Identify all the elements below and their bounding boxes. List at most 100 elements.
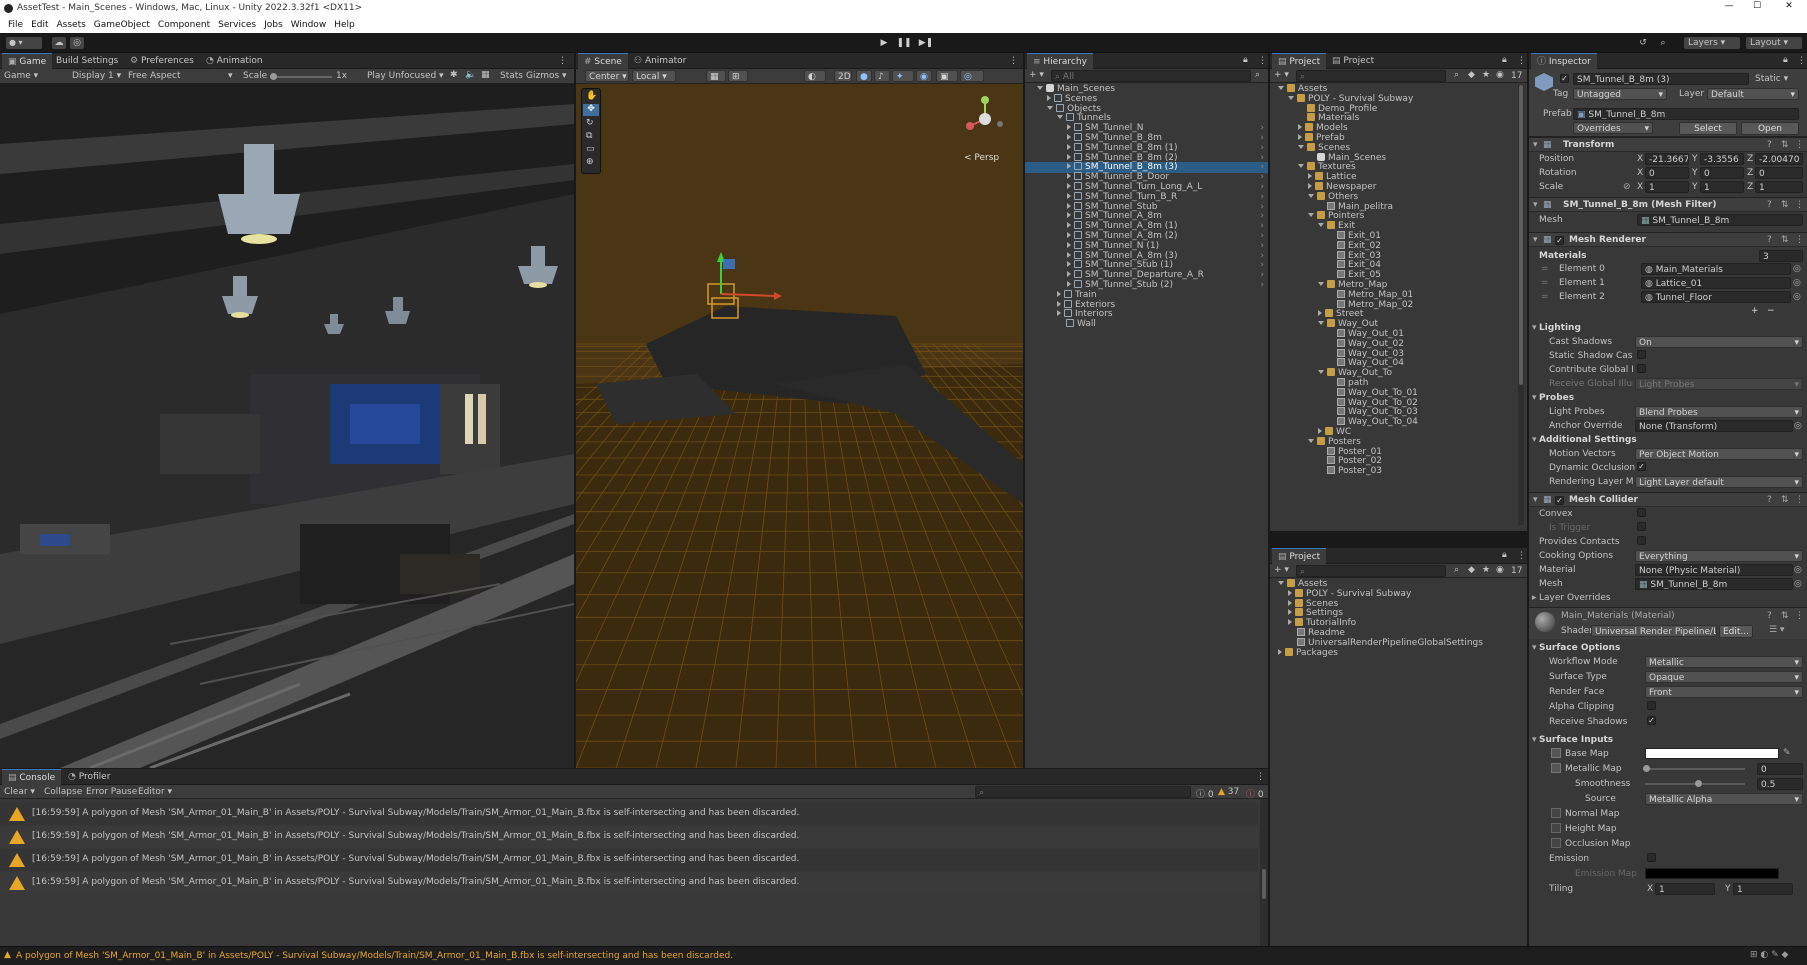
section-arrow-icon[interactable]: ▾ <box>1532 393 1537 403</box>
texture-slot-icon[interactable] <box>1551 823 1561 833</box>
object-picker-icon[interactable]: ◎ <box>1793 264 1801 274</box>
expanded-arrow-icon[interactable] <box>1318 370 1324 375</box>
mesh-filter-header[interactable]: ▾ ▦ SM_Tunnel_B_8m (Mesh Filter) ? ⇅ ⋮ <box>1529 197 1807 212</box>
collapsed-arrow-icon[interactable] <box>1067 251 1071 258</box>
component-menu-icon[interactable]: ⋮ <box>1795 235 1804 245</box>
smoothness-value[interactable]: 0.5 <box>1757 778 1803 790</box>
display-dropdown[interactable]: Display 1 ▾ <box>72 71 121 81</box>
collapsed-arrow-icon[interactable] <box>1067 183 1071 189</box>
metallic-slider-knob[interactable] <box>1643 765 1650 772</box>
tab-project-bottom[interactable]: ▤ Project <box>1272 548 1327 564</box>
motion-vectors-dropdown[interactable]: Per Object Motion ▾ <box>1635 448 1803 460</box>
mute-audio-icon[interactable]: ✱ <box>450 70 458 80</box>
tab-profiler[interactable]: ◔ Profiler <box>62 769 116 785</box>
drag-handle-icon[interactable]: = <box>1541 264 1549 274</box>
section-arrow-icon[interactable]: ▾ <box>1532 435 1537 445</box>
scale-tool-icon[interactable]: ⧉ <box>586 131 592 141</box>
move-tool-icon[interactable]: ✥ <box>583 104 599 116</box>
scl-z-field[interactable]: 1 <box>1755 181 1803 193</box>
contribute-gi-checkbox[interactable] <box>1637 364 1646 373</box>
menu-window[interactable]: Window <box>291 18 327 33</box>
undo-history-icon[interactable]: ↺ <box>1636 36 1650 50</box>
expanded-arrow-icon[interactable] <box>1308 213 1314 218</box>
smoothness-slider-knob[interactable] <box>1695 780 1702 787</box>
cloud-icon[interactable]: ☁ <box>52 37 66 49</box>
collapsed-arrow-icon[interactable] <box>1067 202 1071 209</box>
object-picker-icon[interactable]: ◎ <box>1794 565 1802 575</box>
object-name-field[interactable]: SM_Tunnel_B_8m (3) <box>1573 73 1749 85</box>
game-mode-dropdown[interactable]: Game ▾ <box>4 71 38 81</box>
material-element-field[interactable]: ◍ Tunnel_Floor <box>1641 291 1791 303</box>
collapsed-arrow-icon[interactable] <box>1318 428 1322 434</box>
static-toggle[interactable]: Static ▾ <box>1755 74 1788 84</box>
play-button[interactable]: ▶ <box>876 36 892 50</box>
space-dropdown[interactable]: Local ▾ <box>632 70 676 82</box>
project-bottom-search-input[interactable]: ⌕ <box>1296 565 1446 577</box>
receive-shadows-checkbox[interactable]: ✓ <box>1647 716 1656 725</box>
overrides-dropdown[interactable]: Overrides ▾ <box>1573 122 1653 134</box>
panel-menu-icon[interactable]: ⋮ <box>1517 56 1526 66</box>
help-icon[interactable]: ? <box>1767 140 1772 150</box>
emission-color-swatch[interactable] <box>1645 868 1779 879</box>
tree-item-wall[interactable]: Wall <box>1025 319 1268 330</box>
camera-settings-button[interactable]: ▣ <box>936 70 958 82</box>
tab-hierarchy[interactable]: ≡ Hierarchy <box>1027 53 1093 69</box>
component-menu-icon[interactable]: ⋮ <box>1795 611 1804 621</box>
section-arrow-icon[interactable]: ▾ <box>1532 735 1537 745</box>
texture-slot-icon[interactable] <box>1551 838 1561 848</box>
clear-button[interactable]: Clear ▾ <box>4 787 35 797</box>
help-icon[interactable]: ? <box>1767 495 1772 505</box>
collapsed-arrow-icon[interactable] <box>1057 290 1061 297</box>
create-button[interactable]: + ▾ <box>1274 565 1289 575</box>
expanded-arrow-icon[interactable] <box>1298 164 1304 169</box>
collapsed-arrow-icon[interactable] <box>1067 261 1071 268</box>
preset-icon[interactable]: ⇅ <box>1781 200 1789 210</box>
menu-component[interactable]: Component <box>158 18 210 33</box>
console-scrollbar[interactable] <box>1260 799 1268 946</box>
draw-mode-button[interactable]: ◐ <box>804 70 826 82</box>
edit-shader-button[interactable]: Edit... <box>1719 625 1753 638</box>
tiling-y-field[interactable]: 1 <box>1733 883 1793 895</box>
object-picker-icon[interactable]: ◎ <box>1794 579 1802 589</box>
console-log-entry[interactable]: [16:59:59] A polygon of Mesh 'SM_Armor_0… <box>0 872 1258 894</box>
collapse-arrow-icon[interactable]: ▾ <box>1533 140 1538 150</box>
expanded-arrow-icon[interactable] <box>1318 223 1324 228</box>
collapsed-arrow-icon[interactable] <box>1288 589 1292 596</box>
collapsed-arrow-icon[interactable] <box>1288 619 1292 626</box>
layers-dropdown[interactable]: Layers ▾ <box>1684 37 1740 49</box>
pos-x-field[interactable]: -21.3667 <box>1645 153 1689 165</box>
material-header[interactable]: Main_Materials (Material) ? ⇅ ⋮ Shader U… <box>1529 607 1807 639</box>
gizmos-toggle[interactable]: ◎ <box>960 70 984 82</box>
tab-inspector[interactable]: ⓘ Inspector <box>1531 53 1597 69</box>
eyedropper-icon[interactable]: ✎ <box>1783 748 1791 758</box>
lighting-toggle[interactable]: ● <box>856 70 872 82</box>
hand-tool-icon[interactable]: ✋ <box>586 91 597 101</box>
pause-button[interactable]: ❚❚ <box>896 36 912 50</box>
minimize-button[interactable]: — <box>1722 1 1736 11</box>
search-options-icon[interactable]: ⌕ <box>1255 70 1260 80</box>
preset-icon[interactable]: ⇅ <box>1781 495 1789 505</box>
static-shadow-caster-checkbox[interactable] <box>1637 350 1646 359</box>
hidden-objects-toggle[interactable]: ◉ <box>916 70 932 82</box>
pos-z-field[interactable]: -2.00470 <box>1755 153 1803 165</box>
convex-checkbox[interactable] <box>1637 508 1646 517</box>
source-dropdown[interactable]: Metallic Alpha ▾ <box>1645 793 1803 805</box>
collapsed-arrow-icon[interactable] <box>1288 609 1292 616</box>
gizmos-button[interactable]: Gizmos ▾ <box>526 71 567 81</box>
search-by-type-icon[interactable]: ⌕ <box>1454 565 1459 575</box>
menu-gameobject[interactable]: GameObject <box>94 18 150 33</box>
collapsed-arrow-icon[interactable] <box>1067 212 1071 219</box>
alpha-clipping-checkbox[interactable] <box>1647 701 1656 710</box>
vsync-icon[interactable]: ▦ <box>481 70 490 80</box>
scene-viewport[interactable]: ✋ ✥ ↻ ⧉ ▭ ⊕ < Persp <box>576 84 1023 768</box>
is-trigger-checkbox[interactable] <box>1637 522 1646 531</box>
dynamic-occlusion-checkbox[interactable]: ✓ <box>1637 462 1646 471</box>
menu-jobs[interactable]: Jobs <box>264 18 283 33</box>
expanded-arrow-icon[interactable] <box>1318 321 1324 326</box>
panel-menu-icon[interactable]: ⋮ <box>1256 772 1265 782</box>
physic-material-field[interactable]: None (Physic Material) <box>1635 564 1793 576</box>
texture-slot-icon[interactable] <box>1551 748 1561 758</box>
mesh-renderer-header[interactable]: ▾ ▦ ✓ Mesh Renderer ? ⇅ ⋮ <box>1529 232 1807 247</box>
drag-handle-icon[interactable]: = <box>1541 292 1549 302</box>
collapse-button[interactable]: Collapse <box>44 787 82 797</box>
